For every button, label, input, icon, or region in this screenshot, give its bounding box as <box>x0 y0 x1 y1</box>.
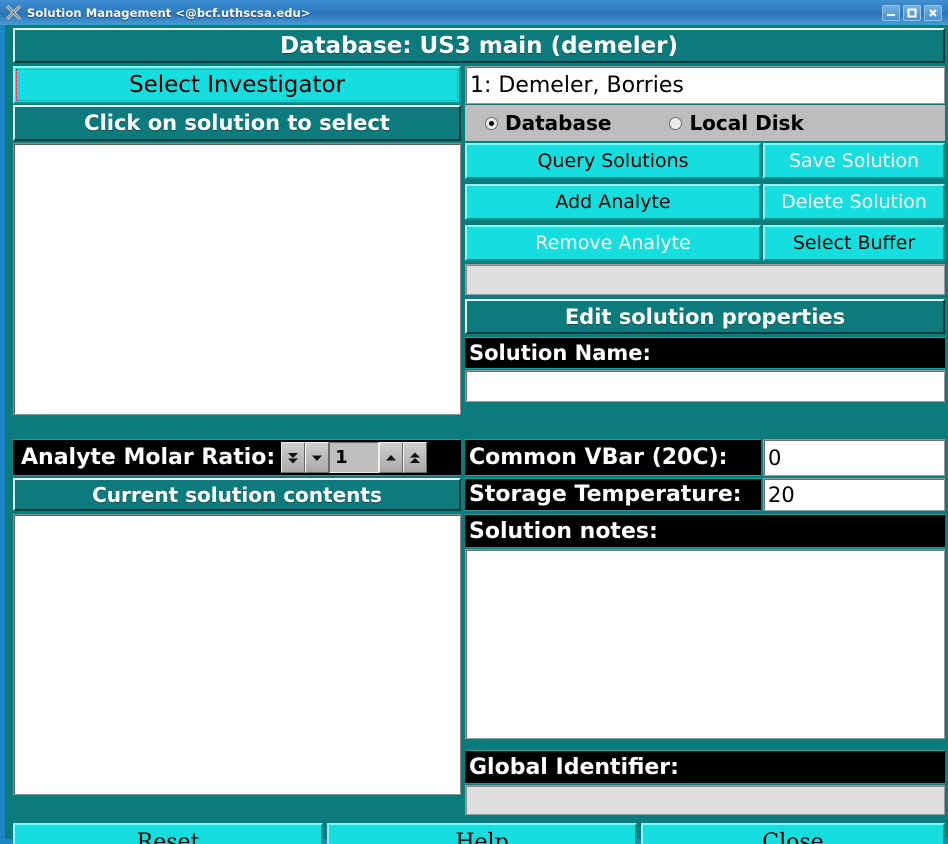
solution-notes-label: Solution notes: <box>465 514 945 548</box>
solution-list-header: Click on solution to select <box>13 105 461 141</box>
minimize-icon[interactable] <box>882 4 900 21</box>
solution-management-window: Solution Management <@bcf.uthscsa.edu> D… <box>0 0 948 844</box>
radio-database[interactable]: Database <box>485 111 611 135</box>
solution-name-label: Solution Name: <box>465 337 945 369</box>
analyte-molar-ratio-label: Analyte Molar Ratio: <box>21 445 276 470</box>
reset-button[interactable]: Reset <box>13 823 323 844</box>
current-contents-header: Current solution contents <box>13 478 461 511</box>
analyte-molar-ratio-stepper[interactable]: 1 <box>281 442 428 473</box>
remove-analyte-button[interactable]: Remove Analyte <box>465 225 761 261</box>
radio-database-dot <box>485 116 498 130</box>
delete-solution-button[interactable]: Delete Solution <box>763 184 945 220</box>
source-radio-group: Database Local Disk <box>465 105 945 141</box>
common-vbar-label: Common VBar (20C): <box>465 439 761 476</box>
investigator-value-field[interactable]: 1: Demeler, Borries <box>465 66 945 104</box>
select-buffer-button[interactable]: Select Buffer <box>763 225 945 261</box>
global-identifier-field <box>465 785 945 815</box>
add-analyte-button[interactable]: Add Analyte <box>465 184 761 220</box>
solution-list[interactable] <box>13 143 461 415</box>
analyte-molar-ratio-row: Analyte Molar Ratio: 1 <box>13 439 461 476</box>
double-chevron-down-icon[interactable] <box>281 442 306 473</box>
window-title: Solution Management <@bcf.uthscsa.edu> <box>27 5 311 20</box>
radio-database-label: Database <box>505 111 612 135</box>
radio-local-disk-label: Local Disk <box>689 111 804 135</box>
window-frame: Database: US3 main (demeler) Select Inve… <box>0 25 948 844</box>
storage-temperature-input[interactable]: 20 <box>763 478 945 511</box>
edit-properties-header: Edit solution properties <box>465 299 945 334</box>
molar-ratio-value[interactable]: 1 <box>329 442 380 473</box>
radio-local-disk-dot <box>669 116 683 130</box>
common-vbar-input[interactable]: 0 <box>763 439 945 476</box>
client-area: Database: US3 main (demeler) Select Inve… <box>10 25 948 844</box>
help-button[interactable]: Help <box>327 823 637 844</box>
solution-notes-textarea[interactable] <box>465 549 945 739</box>
triangle-up-icon[interactable] <box>379 442 404 473</box>
solution-name-input[interactable] <box>465 370 945 402</box>
global-identifier-label: Global Identifier: <box>465 750 945 784</box>
close-icon[interactable] <box>924 4 942 21</box>
status-field <box>465 264 945 295</box>
close-button[interactable]: Close <box>641 823 945 844</box>
window-controls <box>882 4 942 21</box>
database-banner: Database: US3 main (demeler) <box>13 28 945 63</box>
maximize-icon[interactable] <box>903 4 921 21</box>
save-solution-button[interactable]: Save Solution <box>763 143 945 179</box>
radio-local-disk[interactable]: Local Disk <box>669 111 804 135</box>
select-investigator-button[interactable]: Select Investigator <box>13 66 461 104</box>
x-app-icon <box>5 4 22 21</box>
current-contents-list[interactable] <box>13 514 461 795</box>
title-bar: Solution Management <@bcf.uthscsa.edu> <box>0 0 948 25</box>
triangle-down-icon[interactable] <box>305 442 330 473</box>
double-chevron-up-icon[interactable] <box>403 442 428 473</box>
query-solutions-button[interactable]: Query Solutions <box>465 143 761 179</box>
storage-temperature-label: Storage Temperature: <box>465 478 761 511</box>
